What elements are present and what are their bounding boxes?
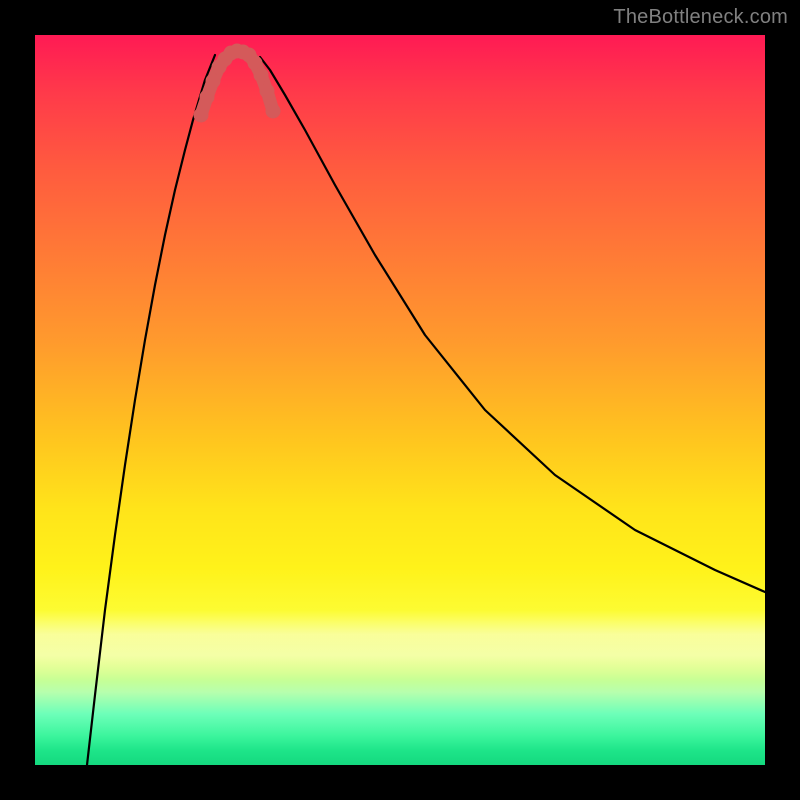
dip-bead xyxy=(260,84,275,99)
dip-bead xyxy=(266,104,281,119)
dip-bead xyxy=(206,74,221,89)
series-right-branch xyxy=(260,57,765,592)
curves-svg xyxy=(35,35,765,765)
dip-bead xyxy=(254,68,269,83)
curve-group xyxy=(87,44,765,766)
dip-bead xyxy=(200,90,215,105)
series-left-branch xyxy=(87,55,215,765)
dip-bead xyxy=(194,108,209,123)
plot-area xyxy=(35,35,765,765)
watermark-text: TheBottleneck.com xyxy=(613,6,788,29)
chart-frame: TheBottleneck.com xyxy=(0,0,800,800)
